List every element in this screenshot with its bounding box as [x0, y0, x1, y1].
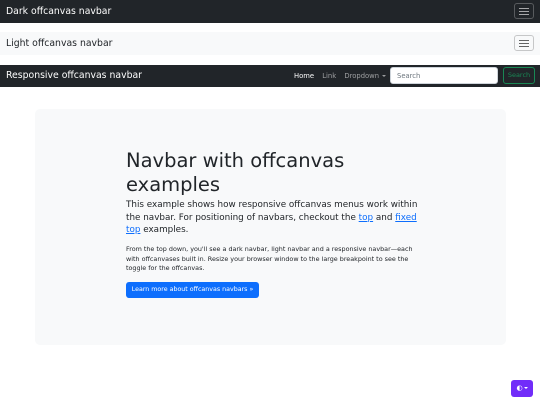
offcanvas-toggler-light[interactable]: [514, 35, 534, 51]
learn-more-button[interactable]: Learn more about offcanvas navbars »: [126, 282, 259, 298]
top-link[interactable]: top: [359, 213, 373, 223]
hero-lead: This example shows how responsive offcan…: [126, 199, 426, 237]
caret-down-icon: [382, 75, 387, 77]
nav-dropdown-label: Dropdown: [344, 72, 380, 80]
hamburger-icon: [519, 8, 529, 15]
lead-text-mid: and: [373, 212, 396, 223]
navbar-brand-responsive[interactable]: Responsive offcanvas navbar: [6, 65, 142, 87]
caret-down-icon: [523, 387, 528, 389]
hamburger-icon: [519, 40, 529, 47]
navbar-links: Home Link Dropdown: [294, 65, 392, 87]
offcanvas-toggler-dark[interactable]: [514, 3, 534, 19]
hero-description: From the top down, you'll see a dark nav…: [126, 245, 413, 272]
search-button[interactable]: Search: [503, 67, 535, 84]
hero-title: Navbar with offcanvas examples: [126, 149, 345, 196]
dark-navbar: Dark offcanvas navbar: [0, 0, 540, 23]
nav-link-home[interactable]: Home: [294, 72, 314, 80]
circle-half-icon: ◐: [516, 384, 523, 392]
nav-link-link[interactable]: Link: [322, 72, 336, 80]
navbar-brand-dark[interactable]: Dark offcanvas navbar: [6, 0, 111, 23]
navbar-brand-light[interactable]: Light offcanvas navbar: [6, 32, 112, 55]
lead-text-end: examples.: [140, 225, 189, 235]
responsive-navbar: Responsive offcanvas navbar Home Link Dr…: [0, 65, 540, 87]
light-navbar: Light offcanvas navbar: [0, 32, 540, 55]
theme-toggle-button[interactable]: ◐: [511, 380, 533, 397]
search-input[interactable]: [390, 67, 498, 84]
nav-dropdown-toggle[interactable]: Dropdown: [344, 72, 387, 80]
